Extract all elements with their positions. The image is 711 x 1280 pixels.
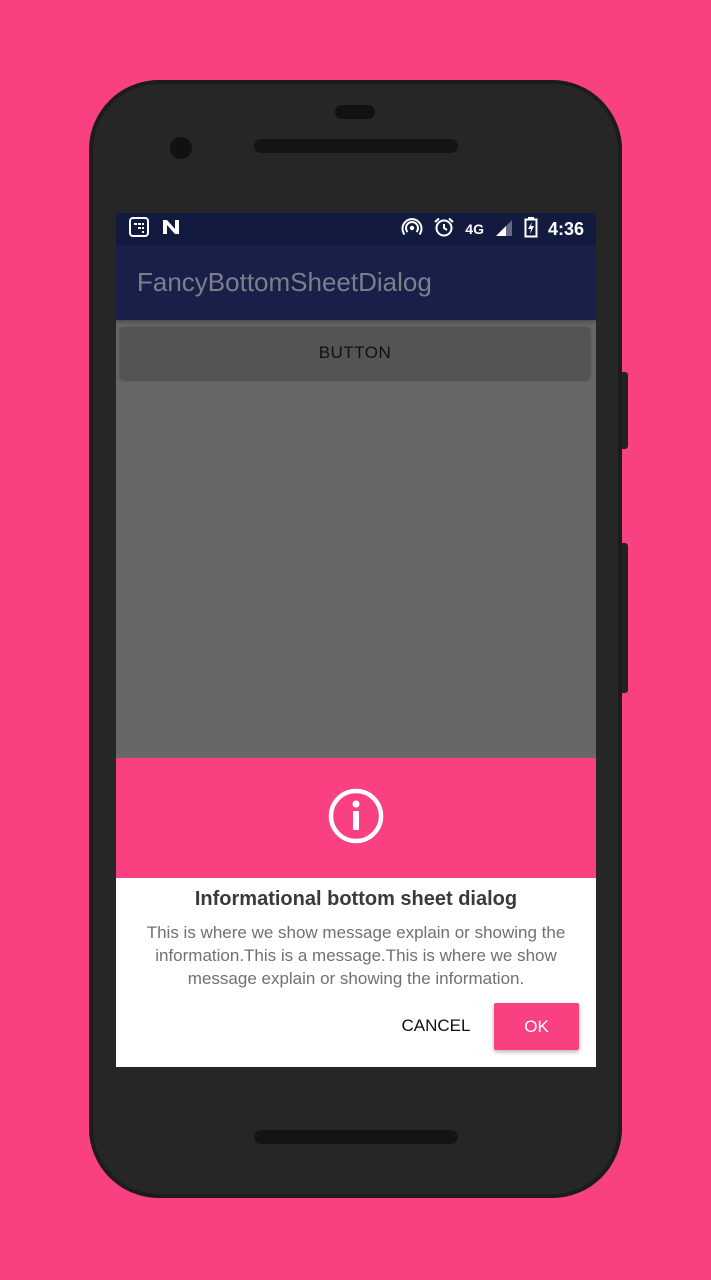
dialog-message: This is where we show message explain or… [146,923,566,988]
signal-icon [494,217,514,242]
phone-speaker-grille-top [254,139,458,153]
ok-button[interactable]: OK [494,1003,579,1050]
screenshot-icon [128,216,150,243]
phone-earpiece [335,105,375,119]
network-type-label: 4G [465,221,484,237]
phone-power-button [622,372,628,449]
phone-volume-button [622,543,628,693]
info-icon [327,787,385,850]
alarm-icon [433,216,455,243]
hotspot-icon [401,216,423,243]
dialog-header [116,758,596,878]
battery-icon [524,216,538,243]
cancel-button[interactable]: CANCEL [388,1003,484,1049]
n-icon [160,216,182,243]
main-button[interactable]: BUTTON [120,327,590,379]
clock: 4:36 [547,218,584,239]
device-screen: 4G 4:36 FancyBottomSheetDialog BUTTON In… [116,213,596,1067]
dialog-title: Informational bottom sheet dialog [194,888,518,910]
app-title: FancyBottomSheetDialog [137,267,432,297]
app-bar: FancyBottomSheetDialog [116,245,596,320]
status-bar: 4G 4:36 [116,213,596,245]
phone-camera [170,137,192,159]
bottom-sheet-dialog: Informational bottom sheet dialog This i… [116,878,596,1067]
phone-speaker-grille-bottom [254,1130,458,1144]
